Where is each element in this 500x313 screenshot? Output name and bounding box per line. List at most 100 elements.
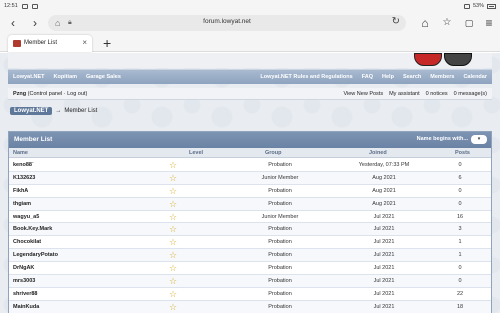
notices-link[interactable]: 0 notices <box>426 91 448 97</box>
nav-kopitiam[interactable]: Kopitiam <box>53 74 77 80</box>
nav-faq[interactable]: FAQ <box>362 74 373 80</box>
member-group: Probation <box>268 290 292 297</box>
column-headers: Name Level Group Joined Posts <box>9 148 491 158</box>
table-row: shriver88 ☆ Probation Jul 2021 22 <box>9 288 491 301</box>
forum-navbar: Lowyat.NET Kopitiam Garage Sales Lowyat.… <box>8 69 492 84</box>
member-group: Probation <box>268 252 292 259</box>
member-name[interactable]: K132623 <box>13 175 35 181</box>
member-posts: 6 <box>458 174 462 181</box>
new-tab-button[interactable]: + <box>103 35 111 51</box>
browser-toolbar: ‹ › ⌂ 🔒︎ forum.lowyat.net ↻ ⌂ ☆ ▢ ≡ <box>0 12 500 34</box>
nav-members[interactable]: Members <box>430 74 454 80</box>
member-name[interactable]: Book.Key.Mark <box>13 226 52 232</box>
battery-percent: 53% <box>472 3 484 9</box>
battery-icon <box>487 3 496 9</box>
tabs-button[interactable]: ▢ <box>462 16 476 30</box>
member-name[interactable]: shriver88 <box>13 291 37 297</box>
messages-link[interactable]: 0 message(s) <box>454 91 487 97</box>
member-name[interactable]: wagyu_a5 <box>13 214 39 220</box>
address-bar[interactable]: ⌂ 🔒︎ forum.lowyat.net ↻ <box>48 15 406 31</box>
table-row: K132623 ☆ Junior Member Aug 2021 6 <box>9 171 491 185</box>
username[interactable]: Pzng <box>13 91 26 97</box>
table-row: mrs3003 ☆ Probation Jul 2021 0 <box>9 275 491 288</box>
member-group: Junior Member <box>261 213 299 220</box>
col-name[interactable]: Name <box>13 150 28 156</box>
member-name[interactable]: LegendaryPotato <box>13 252 58 258</box>
member-joined: Jul 2021 <box>373 290 395 297</box>
breadcrumb-separator: → <box>55 108 62 114</box>
member-joined: Aug 2021 <box>372 187 396 194</box>
my-assistant-link[interactable]: My assistant <box>389 91 420 97</box>
member-joined: Aug 2021 <box>372 174 396 181</box>
breadcrumb-home[interactable]: Lowyat.NET <box>10 107 53 115</box>
back-button[interactable]: ‹ <box>6 16 20 30</box>
member-posts: 0 <box>458 200 462 207</box>
member-posts: 1 <box>458 252 462 259</box>
member-joined: Jul 2021 <box>373 278 395 285</box>
star-icon: ☆ <box>169 211 178 222</box>
star-icon: ☆ <box>169 301 178 312</box>
favicon-icon <box>13 40 21 47</box>
breadcrumb: Lowyat.NET → Member List <box>10 107 97 115</box>
member-list-table: Member List Name begins with... ▾ Name L… <box>8 131 492 313</box>
member-posts: 0 <box>458 278 462 285</box>
member-group: Probation <box>268 239 292 246</box>
table-row: Chocokilat ☆ Probation Jul 2021 1 <box>9 236 491 250</box>
member-name[interactable]: MainKuda <box>13 304 39 310</box>
member-list-header: Member List Name begins with... ▾ <box>9 132 491 148</box>
notification-icon <box>21 3 28 9</box>
member-name[interactable]: Chocokilat <box>13 239 41 245</box>
member-group: Probation <box>268 265 292 272</box>
star-icon: ☆ <box>169 224 178 235</box>
nav-search[interactable]: Search <box>403 74 421 80</box>
member-group: Probation <box>268 200 292 207</box>
member-name[interactable]: thgiam <box>13 201 31 207</box>
tab-member-list[interactable]: Member List × <box>8 35 92 52</box>
member-joined: Jul 2021 <box>373 226 395 233</box>
star-icon: ☆ <box>169 160 178 170</box>
member-name[interactable]: FikhA <box>13 188 28 194</box>
user-bar: Pzng (Control panel · Log out) View New … <box>8 88 492 100</box>
star-icon: ☆ <box>169 185 178 196</box>
member-posts: 1 <box>458 239 462 246</box>
star-icon: ☆ <box>169 276 178 287</box>
member-rows: keno88` ☆ Probation Yesterday, 07:33 PM 0 K13… <box>9 159 491 313</box>
col-group[interactable]: Group <box>265 150 282 156</box>
home-button[interactable]: ⌂ <box>418 16 432 30</box>
nav-help[interactable]: Help <box>382 74 394 80</box>
user-controls[interactable]: (Control panel · Log out) <box>28 91 88 97</box>
forward-button[interactable]: › <box>28 16 42 30</box>
member-joined: Jul 2021 <box>373 265 395 272</box>
url-text[interactable]: forum.lowyat.net <box>48 18 406 25</box>
member-joined: Jul 2021 <box>373 213 395 220</box>
member-group: Probation <box>268 303 292 310</box>
menu-button[interactable]: ≡ <box>482 16 496 30</box>
member-joined: Jul 2021 <box>373 239 395 246</box>
view-new-posts-link[interactable]: View New Posts <box>343 91 383 97</box>
table-row: FikhA ☆ Probation Aug 2021 0 <box>9 185 491 198</box>
table-row: thgiam ☆ Probation Aug 2021 0 <box>9 197 491 211</box>
member-name[interactable]: DrNgAK <box>13 265 34 271</box>
member-joined: Jul 2021 <box>373 252 395 259</box>
star-icon: ☆ <box>169 198 178 209</box>
nav-lowyat[interactable]: Lowyat.NET <box>13 74 44 80</box>
breadcrumb-current: Member List <box>64 108 98 114</box>
member-joined: Aug 2021 <box>372 200 396 207</box>
bookmark-button[interactable]: ☆ <box>440 16 454 30</box>
table-row: keno88` ☆ Probation Yesterday, 07:33 PM 0 <box>9 159 491 172</box>
nav-rules[interactable]: Lowyat.NET Rules and Regulations <box>260 74 352 80</box>
col-posts[interactable]: Posts <box>455 150 470 156</box>
star-icon: ☆ <box>169 263 178 274</box>
forum-banner <box>8 53 492 68</box>
member-name[interactable]: mrs3003 <box>13 278 35 284</box>
table-row: LegendaryPotato ☆ Probation Jul 2021 1 <box>9 249 491 263</box>
member-name[interactable]: keno88` <box>13 162 34 168</box>
col-joined[interactable]: Joined <box>369 150 387 156</box>
col-level[interactable]: Level <box>189 150 203 156</box>
begins-with-select[interactable]: ▾ <box>471 135 487 144</box>
nav-calendar[interactable]: Calendar <box>463 74 487 80</box>
close-tab-icon[interactable]: × <box>82 38 87 47</box>
nav-garage-sales[interactable]: Garage Sales <box>86 74 121 80</box>
reload-icon[interactable]: ↻ <box>392 16 400 27</box>
member-posts: 0 <box>458 162 462 168</box>
